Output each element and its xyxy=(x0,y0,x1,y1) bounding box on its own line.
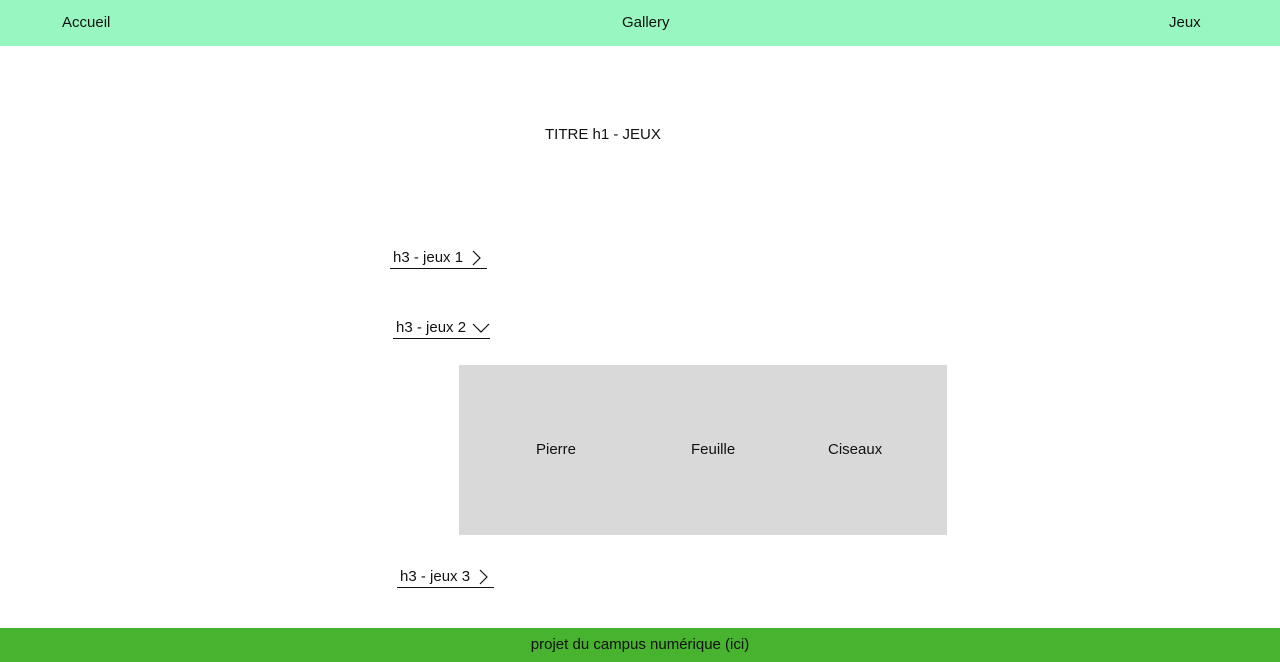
footer-link[interactable]: projet du campus numérique (ici) xyxy=(531,636,749,654)
choice-pierre[interactable]: Pierre xyxy=(536,441,576,459)
nav-link-jeux[interactable]: Jeux xyxy=(1169,14,1201,32)
chevron-right-icon xyxy=(469,250,483,266)
accordion-label: h3 - jeux 2 xyxy=(396,318,467,336)
game-panel-pierre-feuille-ciseaux: Pierre Feuille Ciseaux xyxy=(459,365,947,535)
top-navigation-bar: Accueil Gallery Jeux xyxy=(0,0,1280,46)
nav-link-gallery[interactable]: Gallery xyxy=(622,14,670,32)
footer: projet du campus numérique (ici) xyxy=(0,628,1280,662)
choice-ciseaux[interactable]: Ciseaux xyxy=(828,441,882,459)
accordion-label: h3 - jeux 1 xyxy=(393,248,464,266)
nav-link-accueil[interactable]: Accueil xyxy=(62,14,110,32)
chevron-down-icon xyxy=(472,320,490,336)
page-title: TITRE h1 - JEUX xyxy=(545,126,661,143)
accordion-jeux-2[interactable]: h3 - jeux 2 xyxy=(393,317,490,339)
accordion-label: h3 - jeux 3 xyxy=(400,567,471,585)
accordion-jeux-1[interactable]: h3 - jeux 1 xyxy=(390,247,487,269)
accordion-jeux-3[interactable]: h3 - jeux 3 xyxy=(397,566,494,588)
chevron-right-icon xyxy=(476,569,490,585)
page: Accueil Gallery Jeux TITRE h1 - JEUX h3 … xyxy=(0,0,1280,662)
choice-feuille[interactable]: Feuille xyxy=(691,441,735,459)
